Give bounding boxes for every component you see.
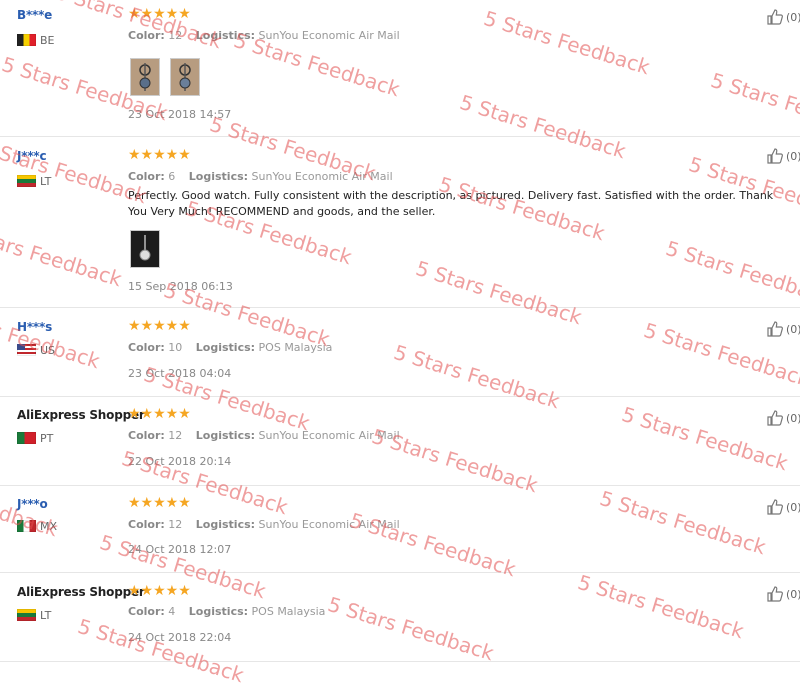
like-button[interactable]: (0) xyxy=(766,585,800,603)
review-photo[interactable] xyxy=(130,58,160,96)
review-photo[interactable] xyxy=(130,230,160,268)
review-item: H***s US ★★★★★ Color: 10 Logistics: POS … xyxy=(0,308,800,397)
review-date: 24 Oct 2018 12:07 xyxy=(128,543,232,556)
flag-icon xyxy=(17,344,36,356)
order-info: Color: 12 Logistics: SunYou Economic Air… xyxy=(128,429,410,442)
review-date: 24 Oct 2018 22:04 xyxy=(128,631,232,644)
flag-icon xyxy=(17,609,36,621)
star-rating: ★★★★★ xyxy=(128,147,191,163)
like-count: (0) xyxy=(786,322,800,336)
color-value: 12 xyxy=(168,518,183,531)
order-info: Color: 4 Logistics: POS Malaysia xyxy=(128,605,335,618)
reviewer-country: BE xyxy=(17,33,55,47)
review-photo[interactable] xyxy=(170,58,200,96)
flag-icon xyxy=(17,432,36,444)
review-date: 22 Oct 2018 20:14 xyxy=(128,455,232,468)
order-info: Color: 6 Logistics: SunYou Economic Air … xyxy=(128,170,403,183)
like-button[interactable]: (0) xyxy=(766,409,800,427)
like-button[interactable]: (0) xyxy=(766,320,800,338)
country-code: US xyxy=(40,343,56,357)
flag-icon xyxy=(17,520,36,532)
color-label: Color: xyxy=(128,518,165,531)
color-label: Color: xyxy=(128,170,165,183)
reviewer-name[interactable]: J***o xyxy=(17,497,48,511)
flag-icon xyxy=(17,175,36,187)
reviewer-country: LT xyxy=(17,174,51,188)
thumbs-up-icon xyxy=(767,321,783,337)
reviewer-name[interactable]: J***c xyxy=(17,149,47,163)
review-date: 23 Oct 2018 14:57 xyxy=(128,108,232,121)
review-item: AliExpress Shopper LT ★★★★★ Color: 4 Log… xyxy=(0,573,800,662)
color-value: 4 xyxy=(168,605,176,618)
like-button[interactable]: (0) xyxy=(766,147,800,165)
star-rating: ★★★★★ xyxy=(128,406,191,422)
logistics-value: POS Malaysia xyxy=(258,341,333,354)
logistics-label: Logistics: xyxy=(195,29,256,42)
watch-photo-icon xyxy=(139,235,151,261)
logistics-label: Logistics: xyxy=(188,170,249,183)
star-rating: ★★★★★ xyxy=(128,6,191,22)
star-rating: ★★★★★ xyxy=(128,318,191,334)
thumbs-up-icon xyxy=(767,586,783,602)
logistics-label: Logistics: xyxy=(195,341,256,354)
like-button[interactable]: (0) xyxy=(766,498,800,516)
thumbs-up-icon xyxy=(767,410,783,426)
like-count: (0) xyxy=(786,149,800,163)
review-photos xyxy=(130,230,160,268)
logistics-value: SunYou Economic Air Mail xyxy=(251,170,393,183)
country-code: MX xyxy=(40,519,58,533)
color-value: 10 xyxy=(168,341,183,354)
reviewer-name[interactable]: AliExpress Shopper xyxy=(17,408,145,422)
order-info: Color: 12 Logistics: SunYou Economic Air… xyxy=(128,29,410,42)
country-code: BE xyxy=(40,33,55,47)
logistics-value: SunYou Economic Air Mail xyxy=(258,518,400,531)
color-label: Color: xyxy=(128,29,165,42)
like-count: (0) xyxy=(786,500,800,514)
star-rating: ★★★★★ xyxy=(128,495,191,511)
logistics-value: SunYou Economic Air Mail xyxy=(258,429,400,442)
country-code: LT xyxy=(40,608,52,622)
reviewer-country: LT xyxy=(17,608,51,622)
color-value: 12 xyxy=(168,29,183,42)
review-date: 15 Sep 2018 06:13 xyxy=(128,280,233,293)
logistics-label: Logistics: xyxy=(188,605,249,618)
logistics-label: Logistics: xyxy=(195,429,256,442)
reviewer-country: PT xyxy=(17,431,53,445)
like-button[interactable]: (0) xyxy=(766,8,800,26)
like-count: (0) xyxy=(786,10,800,24)
review-item: AliExpress Shopper PT ★★★★★ Color: 12 Lo… xyxy=(0,397,800,486)
logistics-label: Logistics: xyxy=(195,518,256,531)
country-code: LT xyxy=(40,174,52,188)
review-date: 23 Oct 2018 04:04 xyxy=(128,367,232,380)
star-rating: ★★★★★ xyxy=(128,583,191,599)
reviewer-name[interactable]: B***e xyxy=(17,8,52,22)
reviewer-country: MX xyxy=(17,519,57,533)
color-value: 12 xyxy=(168,429,183,442)
reviewer-name[interactable]: AliExpress Shopper xyxy=(17,585,145,599)
thumbs-up-icon xyxy=(767,148,783,164)
watch-photo-icon xyxy=(179,63,191,91)
like-count: (0) xyxy=(786,411,800,425)
flag-icon xyxy=(17,34,36,46)
color-label: Color: xyxy=(128,341,165,354)
country-code: PT xyxy=(40,431,54,445)
reviewer-country: US xyxy=(17,343,55,357)
thumbs-up-icon xyxy=(767,9,783,25)
review-photos xyxy=(130,58,200,96)
reviewer-name[interactable]: H***s xyxy=(17,320,52,334)
order-info: Color: 10 Logistics: POS Malaysia xyxy=(128,341,342,354)
like-count: (0) xyxy=(786,587,800,601)
color-label: Color: xyxy=(128,605,165,618)
review-text: Perfectly. Good watch. Fully consistent … xyxy=(128,189,774,218)
color-label: Color: xyxy=(128,429,165,442)
order-info: Color: 12 Logistics: SunYou Economic Air… xyxy=(128,518,410,531)
review-item: B***e BE ★★★★★ Color: 12 Logistics: SunY… xyxy=(0,0,800,137)
review-item: J***o MX ★★★★★ Color: 12 Logistics: SunY… xyxy=(0,486,800,573)
logistics-value: SunYou Economic Air Mail xyxy=(258,29,400,42)
thumbs-up-icon xyxy=(767,499,783,515)
logistics-value: POS Malaysia xyxy=(251,605,326,618)
review-item: J***c LT ★★★★★ Color: 6 Logistics: SunYo… xyxy=(0,137,800,308)
watch-photo-icon xyxy=(139,63,151,91)
color-value: 6 xyxy=(168,170,176,183)
